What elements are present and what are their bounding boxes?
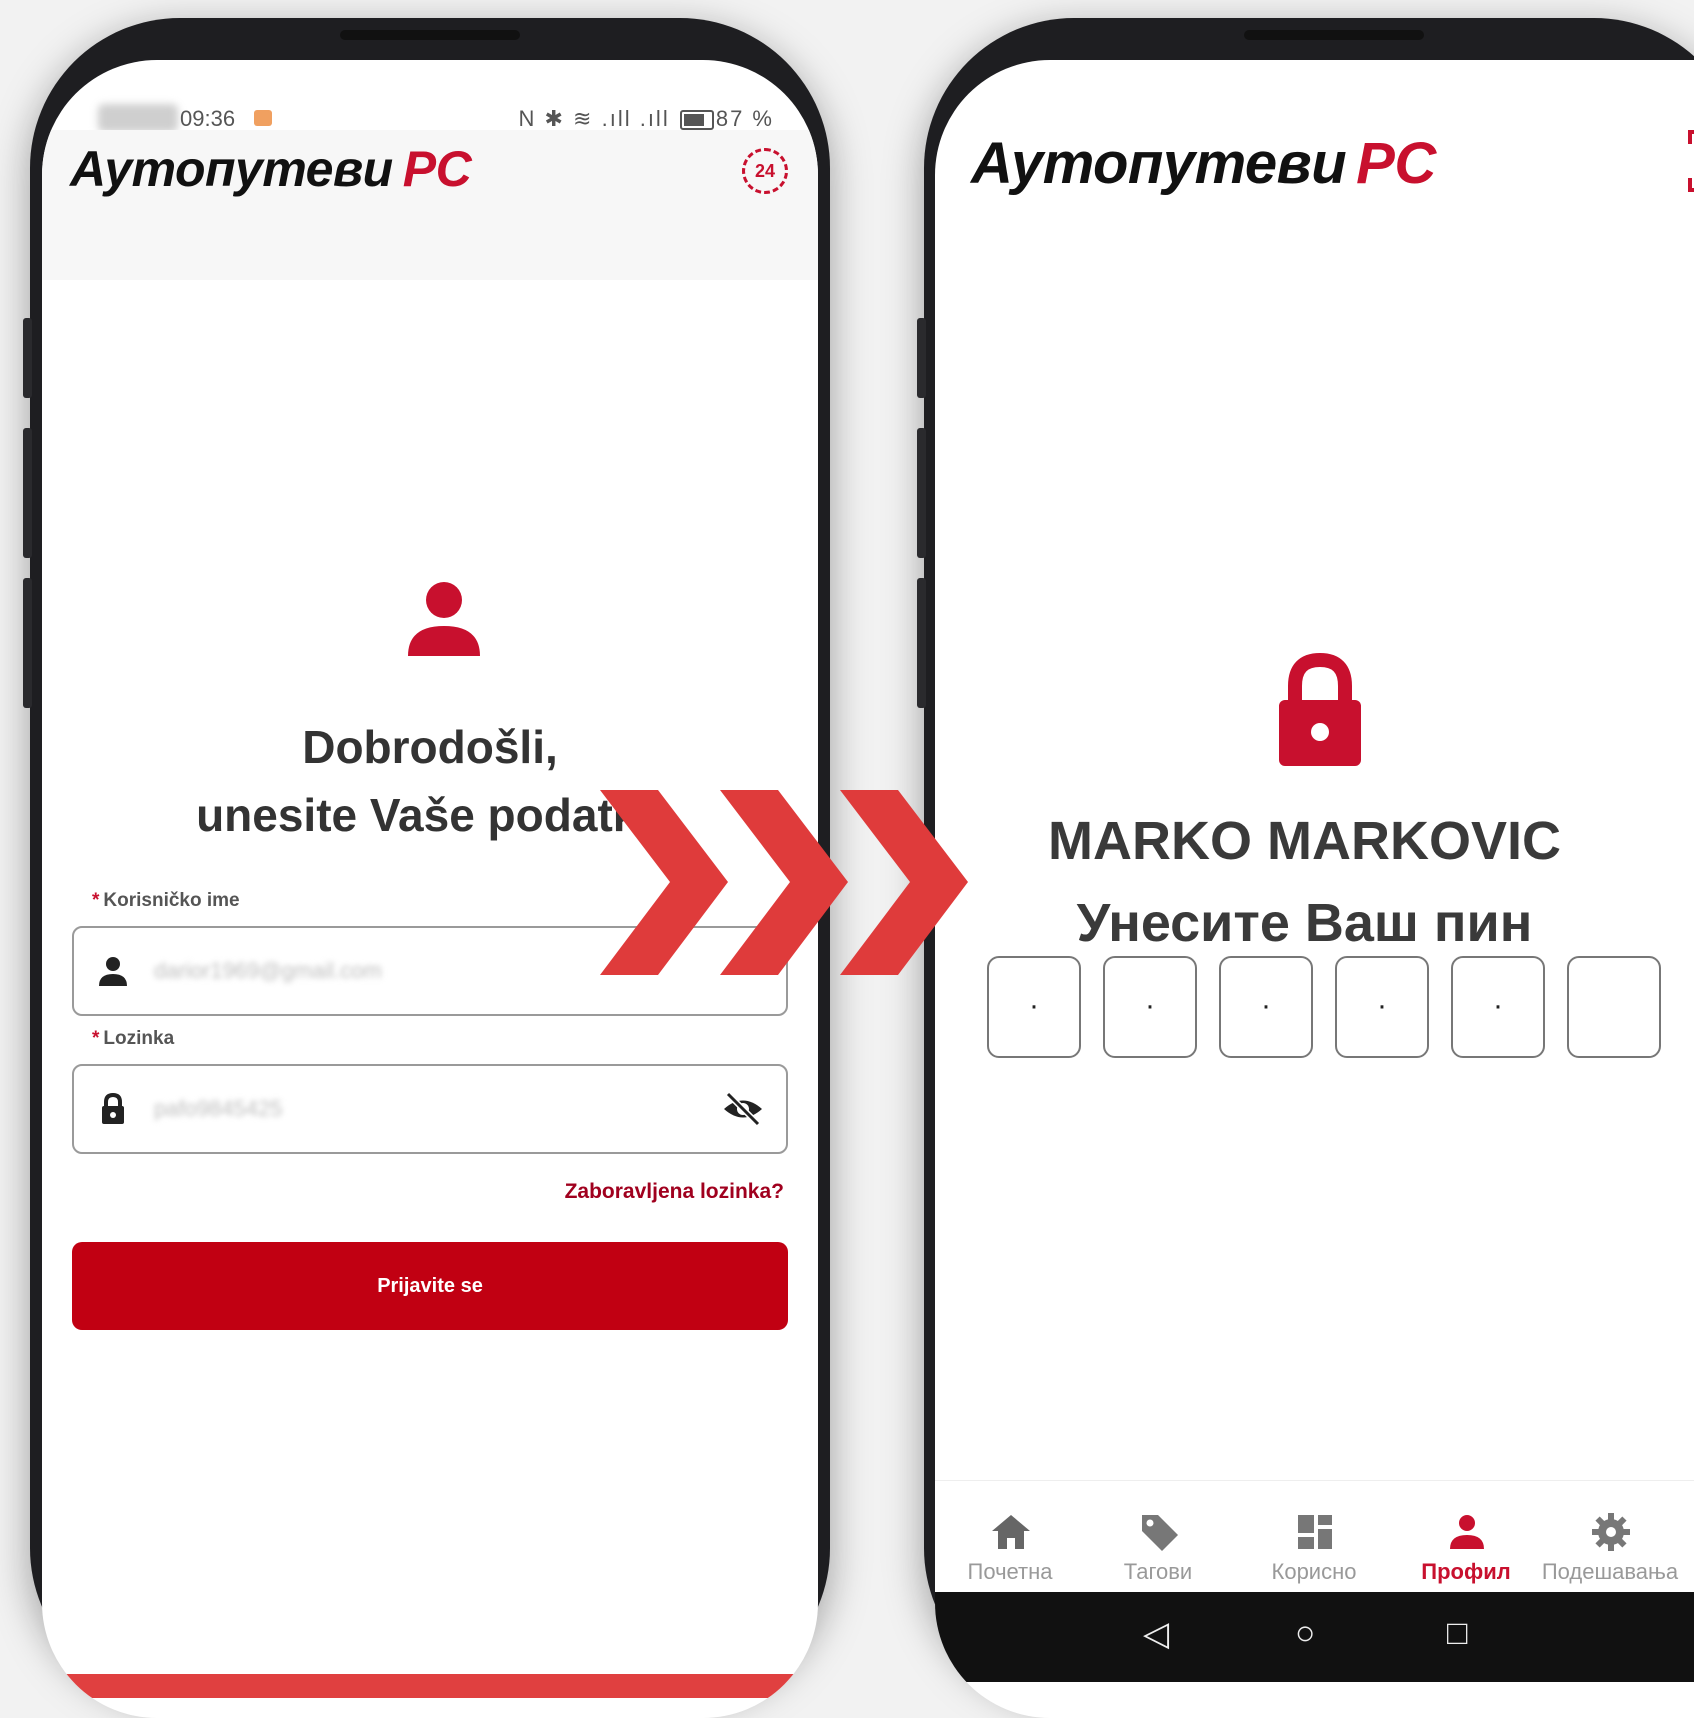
logo-text: Аутопутеви: [70, 141, 393, 197]
dashboard-icon: [1298, 1515, 1332, 1549]
nav-label-useful: Корисно: [1271, 1559, 1357, 1584]
app-logo: Аутопутеви РС: [70, 140, 472, 198]
user-avatar-icon: [408, 582, 480, 656]
system-nav-bar: ◁ ○ □: [935, 1592, 1694, 1682]
carrier-blur: [98, 104, 178, 132]
nav-label-settings: Подешавања: [1541, 1559, 1679, 1584]
nav-label-profile: Профил: [1421, 1559, 1511, 1584]
pin-prompt: Унесите Ваш пин: [1076, 893, 1533, 953]
password-label: * Lozinka: [92, 1028, 174, 1050]
pin-input-group[interactable]: · · · · ·: [987, 956, 1677, 1058]
transition-arrows: [600, 790, 968, 975]
pin-digit-box[interactable]: ·: [1335, 956, 1429, 1058]
pin-digit-box[interactable]: ·: [1219, 956, 1313, 1058]
volume-button: [23, 428, 32, 558]
chevron-right-icon: [840, 790, 968, 975]
app-logo: Аутопутеви РС: [971, 130, 1436, 197]
power-button: [917, 578, 926, 708]
lock-icon: [102, 1092, 124, 1124]
recents-icon[interactable]: □: [1447, 1614, 1468, 1653]
login-button[interactable]: Prijavite se: [72, 1242, 788, 1330]
username-label: * Korisničko ime: [92, 890, 240, 912]
pin-screen: Аутопутеви РС MARKO MARKOVIC Унесите Ваш …: [935, 60, 1694, 1718]
lock-icon: [1279, 652, 1361, 766]
password-field[interactable]: pafo9845425: [72, 1064, 788, 1154]
password-label-text: Lozinka: [103, 1028, 175, 1049]
pin-digit-box[interactable]: ·: [987, 956, 1081, 1058]
bottom-nav: Почетна Тагови Корисно Профил Подешавања: [935, 1480, 1694, 1591]
home-icon: [992, 1515, 1030, 1549]
home-button-icon[interactable]: ○: [1295, 1614, 1316, 1653]
volume-button: [23, 318, 32, 398]
speaker-notch: [340, 30, 520, 40]
back-icon[interactable]: ◁: [1143, 1614, 1169, 1654]
chevron-right-icon: [600, 790, 728, 975]
status-signal-icons: N ✱ ≋ .ıll .ıll: [518, 106, 670, 131]
nav-label-tags: Тагови: [1123, 1559, 1193, 1584]
chevron-right-icon: [720, 790, 848, 975]
phone-pin: Аутопутеви РС MARKO MARKOVIC Унесите Ваш …: [917, 18, 1694, 1718]
notification-icon: [254, 110, 272, 126]
battery-icon: [679, 110, 714, 131]
pin-digit-box[interactable]: [1567, 956, 1661, 1058]
welcome-title: Dobrodošli,: [302, 721, 558, 773]
settings-icon: [1592, 1513, 1630, 1551]
status-time: 09:36: [180, 106, 236, 131]
support-24-label: 24: [754, 161, 776, 181]
logo-text: Аутопутеви: [971, 131, 1347, 196]
tag-icon: [1142, 1515, 1178, 1551]
username-label-text: Korisničko ime: [103, 890, 240, 911]
status-icons: N ✱ ≋ .ıll .ıll 87 %: [519, 106, 775, 132]
bottom-accent-strip: [42, 1674, 818, 1698]
user-name: MARKO MARKOVIC: [1048, 811, 1561, 871]
volume-button: [917, 428, 926, 558]
pin-digit-box[interactable]: ·: [1103, 956, 1197, 1058]
username-value: darior1969@gmail.com: [154, 958, 382, 983]
password-value: pafo9845425: [154, 1096, 283, 1121]
battery-level: 87 %: [715, 106, 774, 131]
eye-off-icon[interactable]: [722, 1092, 764, 1126]
profile-icon: [1450, 1515, 1484, 1549]
support-24-icon[interactable]: 24: [742, 148, 788, 194]
logo-suffix: РС: [1356, 131, 1436, 196]
power-button: [23, 578, 32, 708]
logo-suffix: РС: [402, 141, 472, 197]
speaker-notch: [1244, 30, 1424, 40]
required-mark: *: [92, 890, 100, 911]
forgot-password-link[interactable]: Zaboravljena lozinka?: [565, 1180, 784, 1204]
user-icon: [99, 957, 127, 986]
pin-digit-box[interactable]: ·: [1451, 956, 1545, 1058]
qr-code-icon[interactable]: [1686, 128, 1694, 194]
required-mark: *: [92, 1028, 100, 1049]
volume-button: [917, 318, 926, 398]
nav-label-home: Почетна: [967, 1559, 1053, 1584]
